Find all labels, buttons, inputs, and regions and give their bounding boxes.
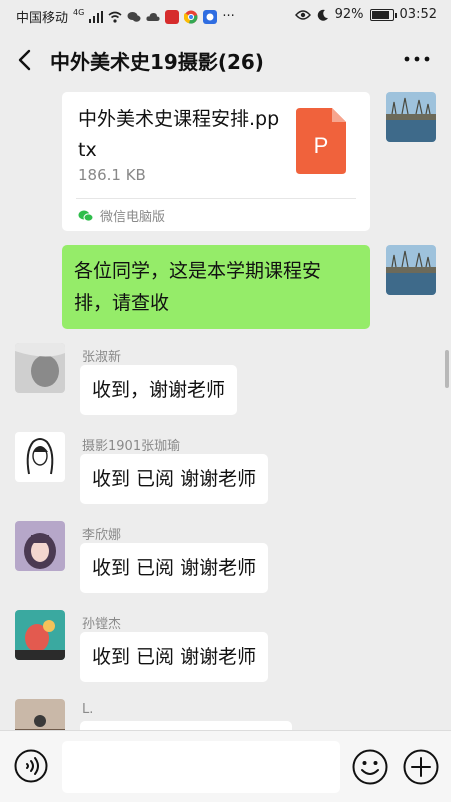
wifi-icon [108,11,122,23]
battery-icon [369,8,397,21]
chrome-like-icon [184,10,198,24]
baidu-app-icon [203,9,218,24]
own-text: 各位同学，这是本学期课程安排，请查收 [74,260,322,314]
more-dots-icon[interactable] [403,47,431,71]
status-right: 92% 03:52 [294,7,437,22]
reply-bubble[interactable]: 收到 已阅 谢谢老师 [80,454,269,504]
reply-bubble[interactable] [80,721,292,730]
wechat-pc-icon [78,210,94,222]
cloud-icon [146,12,160,21]
sender-name: 摄影1901张珈瑜 [82,439,181,454]
status-bar: 中国移动 4G ··· 92% 03:52 [0,0,451,30]
own-avatar[interactable] [386,92,436,142]
file-source-label: 微信电脑版 [100,210,166,225]
reply-text: 收到 已阅 谢谢老师 [92,646,257,668]
file-name: 中外美术史课程安排.pptx [78,108,280,161]
message-input[interactable] [62,741,340,793]
sender-name: L. [82,702,94,717]
own-text-bubble[interactable]: 各位同学，这是本学期课程安排，请查收 [62,245,370,329]
reply-text: 收到，谢谢老师 [92,379,226,401]
moon-icon [317,9,328,21]
more-notifications: ··· [222,9,235,24]
file-source: 微信电脑版 [78,206,165,225]
pptx-file-icon: P [296,108,346,174]
sender-name: 李欣娜 [82,528,122,543]
reply-text: 收到 已阅 谢谢老师 [92,468,257,490]
emoji-icon[interactable] [352,749,388,785]
reply-bubble[interactable]: 收到 已阅 谢谢老师 [80,632,269,682]
signal-icon [89,10,104,23]
own-avatar[interactable] [386,245,436,295]
chat-title: 中外美术史19摄影(26) [50,50,264,74]
status-left: 中国移动 4G ··· [16,7,235,26]
avatar-reply-5[interactable] [15,699,65,730]
sender-name: 张淑新 [82,350,122,365]
news-app-icon [165,9,180,24]
file-size: 186.1 KB [78,166,146,184]
battery-percent: 92% [334,7,364,22]
wechat-notify-icon [127,11,141,22]
scrollbar[interactable] [445,350,449,388]
message-list[interactable]: 中外美术史课程安排.pptx 186.1 KB P 微信电脑版 各位同学，这是本… [0,92,451,730]
voice-icon[interactable] [14,749,48,783]
sender-name: 孙镗杰 [82,617,122,632]
input-bar [0,730,451,802]
avatar-reply-1[interactable] [15,343,65,393]
reply-bubble[interactable]: 收到，谢谢老师 [80,365,238,415]
avatar-reply-2[interactable] [15,432,65,482]
carrier-label: 中国移动 [16,11,69,26]
avatar-reply-4[interactable] [15,610,65,660]
avatar-reply-3[interactable] [15,521,65,571]
plus-icon[interactable] [403,749,439,785]
back-chevron-icon[interactable] [14,48,38,72]
file-letter: P [314,133,329,158]
chat-header: 中外美术史19摄影(26) [0,30,451,92]
reply-bubble[interactable]: 收到 已阅 谢谢老师 [80,543,269,593]
network-label: 4G [73,8,85,17]
reply-text: 收到 已阅 谢谢老师 [92,557,257,579]
eye-icon [294,9,311,20]
file-divider [76,198,356,199]
clock: 03:52 [399,7,437,22]
file-message-card[interactable]: 中外美术史课程安排.pptx 186.1 KB P 微信电脑版 [62,92,370,231]
